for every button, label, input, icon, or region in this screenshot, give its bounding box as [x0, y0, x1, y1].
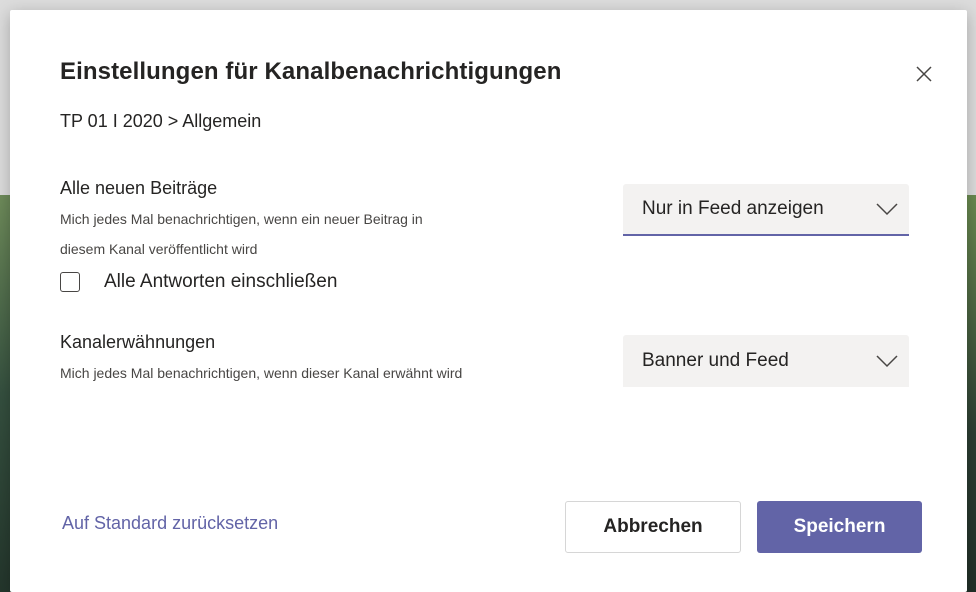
channel-mentions-description: Mich jedes Mal benachrichtigen, wenn die… — [60, 365, 463, 381]
new-posts-description-line1: Mich jedes Mal benachrichtigen, wenn ein… — [60, 211, 423, 227]
close-button[interactable] — [910, 60, 938, 88]
new-posts-title: Alle neuen Beiträge — [60, 178, 218, 198]
include-replies-checkbox[interactable]: Alle Antworten einschließen — [60, 271, 337, 293]
new-posts-description-line2: diesem Kanal veröffentlicht wird — [60, 241, 258, 257]
channel-mentions-title: Kanalerwähnungen — [60, 332, 216, 352]
new-posts-dropdown[interactable]: Nur in Feed anzeigen — [623, 184, 909, 236]
cancel-button[interactable]: Abbrechen — [565, 501, 741, 553]
chevron-down-icon — [865, 202, 909, 216]
close-icon — [916, 66, 932, 82]
breadcrumb: TP 01 I 2020 > Allgemein — [60, 111, 262, 131]
chevron-down-icon — [865, 354, 909, 368]
new-posts-dropdown-value: Nur in Feed anzeigen — [642, 198, 824, 219]
dialog-title: Einstellungen für Kanalbenachrichtigunge… — [60, 58, 562, 85]
include-replies-label: Alle Antworten einschließen — [104, 271, 338, 292]
channel-mentions-dropdown-value: Banner und Feed — [642, 350, 789, 371]
reset-to-default-link[interactable]: Auf Standard zurücksetzen — [62, 513, 278, 534]
notification-settings-dialog: Einstellungen für Kanalbenachrichtigunge… — [10, 10, 967, 592]
checkbox-box[interactable] — [60, 272, 80, 292]
save-button[interactable]: Speichern — [757, 501, 922, 553]
channel-mentions-dropdown[interactable]: Banner und Feed — [623, 335, 909, 387]
